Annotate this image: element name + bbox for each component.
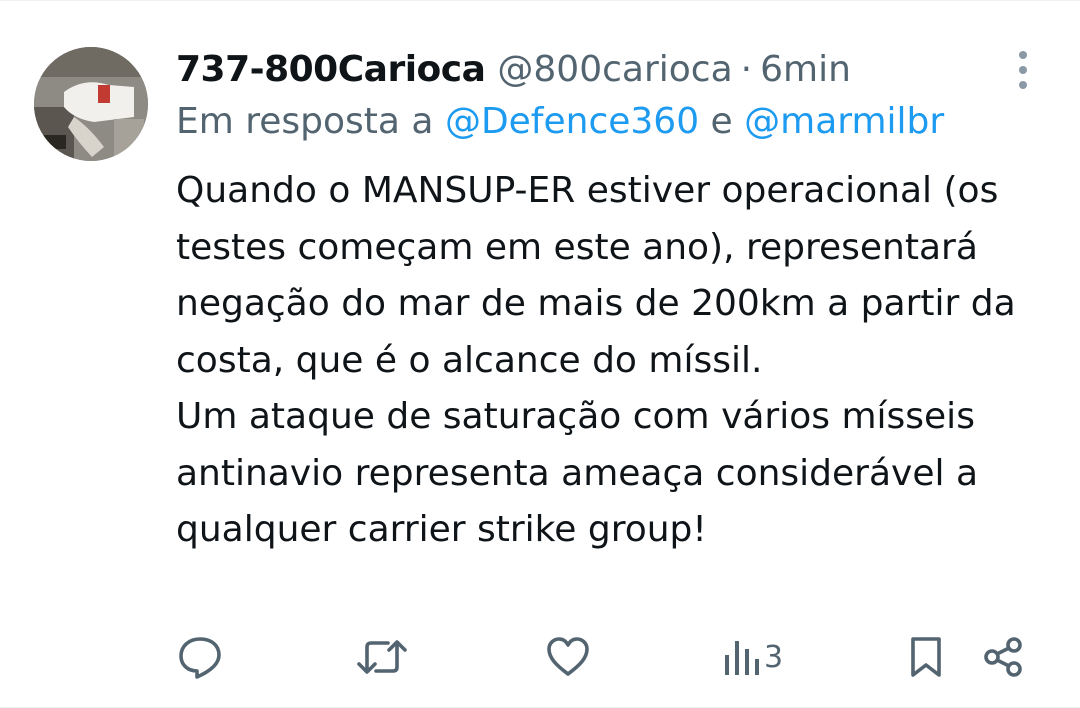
more-vertical-icon xyxy=(1019,51,1027,59)
share-button[interactable] xyxy=(980,629,1028,685)
reply-button[interactable] xyxy=(176,629,224,685)
avatar-image xyxy=(34,47,148,161)
avatar[interactable] xyxy=(34,47,148,161)
tweet-paragraph: Um ataque de saturação com vários míssei… xyxy=(176,396,979,550)
mention-link[interactable]: @marmilbr xyxy=(744,101,944,142)
header-separator: · xyxy=(740,48,753,90)
retweet-button[interactable] xyxy=(356,629,408,685)
reply-context: Em resposta a @Defence360 e @marmilbr xyxy=(176,101,944,142)
reply-context-conjunction: e xyxy=(699,101,745,142)
tweet-text: Quando o MANSUP-ER estiver operacional (… xyxy=(176,163,1056,559)
author-display-name[interactable]: 737-800Carioca xyxy=(176,49,486,90)
action-bar: 3 xyxy=(0,629,1080,689)
bookmark-icon xyxy=(911,637,941,677)
views-button[interactable]: 3 xyxy=(722,629,783,685)
reply-icon xyxy=(179,637,221,679)
reply-context-prefix: Em resposta a xyxy=(176,101,445,142)
heart-icon xyxy=(547,637,589,676)
mention-link[interactable]: @Defence360 xyxy=(445,101,699,142)
more-options-button[interactable] xyxy=(1006,51,1040,89)
author-handle[interactable]: @800carioca xyxy=(497,49,732,90)
like-button[interactable] xyxy=(544,629,592,685)
retweet-icon xyxy=(357,640,407,674)
views-count: 3 xyxy=(764,639,784,675)
bookmark-button[interactable] xyxy=(906,629,946,685)
tweet-header: 737-800Carioca @800carioca · 6min xyxy=(176,43,851,95)
tweet-timestamp[interactable]: 6min xyxy=(760,49,851,90)
share-icon xyxy=(984,637,1022,677)
views-icon xyxy=(725,641,759,675)
tweet-paragraph: Quando o MANSUP-ER estiver operacional (… xyxy=(176,170,1016,381)
tweet[interactable]: 737-800Carioca @800carioca · 6min Em res… xyxy=(0,0,1080,708)
